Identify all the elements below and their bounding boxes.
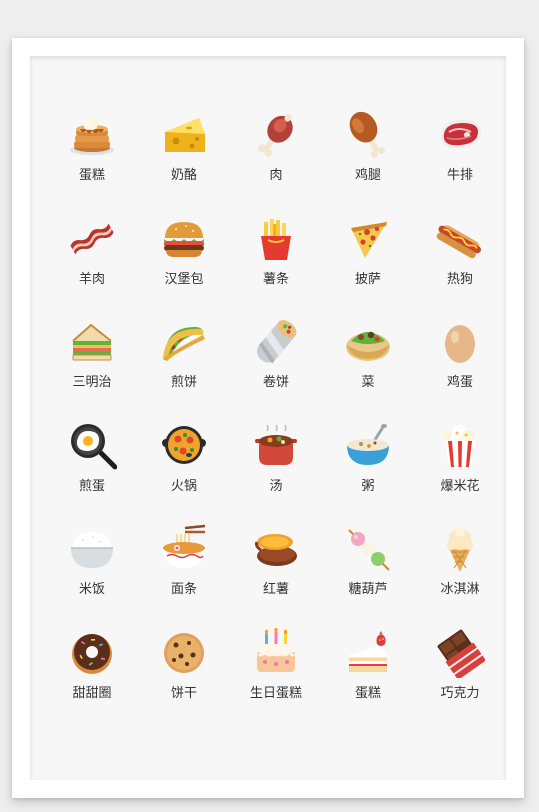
pizza-slice-icon [343,214,393,264]
food-item-dango: 糖葫芦 [322,516,414,620]
food-item-popcorn: 爆米花 [414,413,506,517]
food-item-drumstick: 鸡腿 [322,102,414,206]
food-item-birthday-cake: 生日蛋糕 [230,620,322,724]
food-item-stuffed-flatbread: 菜 [322,309,414,413]
paella-pan-icon [159,421,209,471]
food-label: 蛋糕 [354,685,381,701]
food-label: 羊肉 [78,271,105,287]
food-label: 汤 [269,478,283,494]
bowl-with-spoon-icon [343,421,393,471]
food-label: 甜甜圈 [72,685,112,701]
shortcake-icon [343,628,393,678]
food-label: 生日蛋糕 [249,685,302,701]
food-item-rice-bowl: 米饭 [46,516,138,620]
food-label: 红薯 [262,582,289,597]
food-label: 薯条 [262,271,289,287]
food-item-burrito: 卷饼 [230,309,322,413]
food-item-bowl-with-spoon: 粥 [322,413,414,517]
food-label: 爆米花 [440,478,480,494]
food-label: 鸡蛋 [446,375,473,390]
food-label: 火锅 [170,478,197,494]
food-item-doughnut: 甜甜圈 [46,620,138,724]
popcorn-icon [435,421,485,471]
hot-dog-icon [435,214,485,264]
stuffed-flatbread-icon [343,317,393,367]
food-item-cookie: 饼干 [138,620,230,724]
food-item-pancake-stack: 蛋糕 [46,102,138,206]
food-item-pizza-slice: 披萨 [322,206,414,310]
food-label: 煎饼 [170,375,197,390]
egg-icon [435,317,485,367]
food-item-meat-on-bone: 肉 [230,102,322,206]
noodle-bowl-icon [159,524,209,574]
birthday-cake-icon [251,627,301,678]
food-item-chocolate-bar: 巧克力 [414,620,506,724]
ice-cream-cone-icon [435,524,485,574]
food-label: 肉 [269,168,283,183]
sandwich-icon [67,317,117,367]
food-label: 巧克力 [440,685,480,701]
food-item-roasted-sweet-potato: 红薯 [230,516,322,620]
frying-pan-egg-icon [67,421,117,471]
food-label: 热狗 [446,271,473,287]
cookie-icon [159,628,209,678]
food-label: 面条 [170,582,197,597]
cheese-icon [159,110,209,160]
food-item-stew-pot: 汤 [230,413,322,517]
food-item-shortcake: 蛋糕 [322,620,414,724]
dango-icon [343,524,393,574]
food-item-egg: 鸡蛋 [414,309,506,413]
food-item-taco: 煎饼 [138,309,230,413]
drumstick-icon [343,110,393,160]
food-label: 糖葫芦 [348,582,388,597]
food-label: 卷饼 [262,375,289,390]
food-item-paella-pan: 火锅 [138,413,230,517]
pancake-stack-icon [67,110,117,160]
food-item-sandwich: 三明治 [46,309,138,413]
food-item-steak: 牛排 [414,102,506,206]
food-label: 蛋糕 [78,168,105,183]
food-item-bacon: 羊肉 [46,206,138,310]
food-label: 粥 [361,478,375,494]
chocolate-bar-icon [435,628,485,678]
food-label: 菜 [361,375,375,390]
bacon-icon [67,214,117,264]
taco-icon [159,317,209,367]
food-item-cheese: 奶酪 [138,102,230,206]
food-item-frying-pan-egg: 煎蛋 [46,413,138,517]
food-label: 米饭 [78,582,105,597]
food-label: 冰淇淋 [440,582,480,597]
food-label: 牛排 [446,168,473,183]
food-item-ice-cream-cone: 冰淇淋 [414,516,506,620]
food-label: 奶酪 [170,168,197,183]
food-item-hamburger: 汉堡包 [138,206,230,310]
food-label: 三明治 [72,375,112,390]
stew-pot-icon [251,421,301,471]
food-label: 饼干 [170,685,197,701]
food-icon-grid: 蛋糕 奶酪 肉 鸡腿 牛排羊肉 汉堡包 薯条 披萨 热狗三明治 煎饼 卷饼 菜 鸡蛋煎蛋 火锅 汤 粥 爆米花米… [46,102,506,723]
doughnut-icon [67,628,117,678]
hamburger-icon [159,214,209,264]
steak-icon [435,110,485,160]
meat-on-bone-icon [251,110,301,160]
food-label: 披萨 [354,271,381,287]
food-item-hot-dog: 热狗 [414,206,506,310]
food-label: 鸡腿 [354,168,381,183]
food-item-french-fries: 薯条 [230,206,322,310]
rice-bowl-icon [67,524,117,574]
picture-frame: 蛋糕 奶酪 肉 鸡腿 牛排羊肉 汉堡包 薯条 披萨 热狗三明治 煎饼 卷饼 菜 鸡蛋煎蛋 火锅 汤 粥 爆米花米… [12,38,524,798]
food-item-noodle-bowl: 面条 [138,516,230,620]
food-label: 汉堡包 [164,271,204,287]
burrito-icon [251,317,301,367]
roasted-sweet-potato-icon [251,524,301,574]
food-label: 煎蛋 [78,478,105,494]
french-fries-icon [251,214,301,264]
